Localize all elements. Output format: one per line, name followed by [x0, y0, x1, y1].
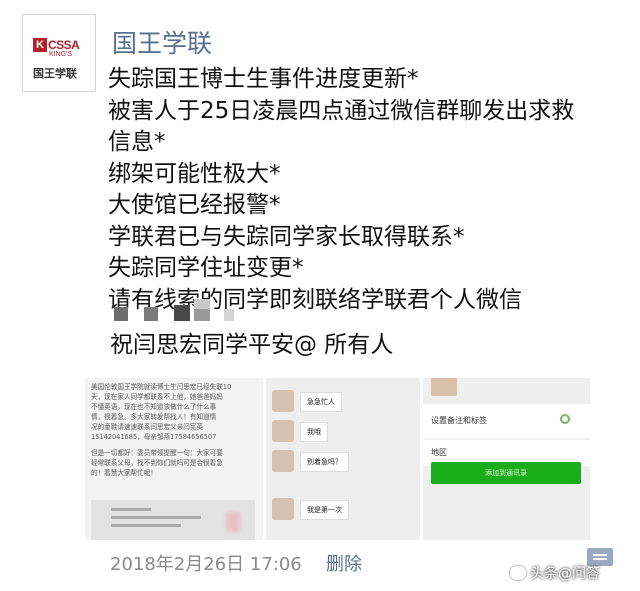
avatar [272, 390, 294, 412]
redaction-block [224, 309, 234, 321]
add-contact-button: 添加到通讯录 [431, 462, 581, 484]
post-line: 绑架可能性极大* [108, 160, 281, 187]
redaction-block [114, 307, 128, 321]
avatar [272, 420, 294, 442]
post-line: 失踪同学住址变更* [108, 255, 304, 281]
blur-artifact [226, 512, 240, 532]
chat-bubble: 我哦 [300, 422, 328, 442]
card-line [111, 516, 201, 519]
avatar [272, 450, 294, 472]
notice-text: 美国伦敦国王学院就读博士生闫思宏已经失联10 天，现在家人同学都联系不上他，她爸… [91, 383, 232, 477]
cssa-logo-k: K [33, 38, 47, 52]
post-image-chat[interactable]: 急急忙人 我哦 别着急吗？ 我是第一次 [266, 378, 420, 540]
watermark-text: 头条@问答 [530, 566, 600, 582]
cssa-logo-text: CSSA [48, 38, 80, 52]
post-body: 失踪国王博士生事件进度更新* 被害人于25日凌晨四点通过微信群聊发出求救 信息*… [108, 64, 628, 316]
chat-message: 急急忙人 [272, 390, 412, 416]
card-line [111, 524, 181, 527]
account-name[interactable]: 国王学联 [112, 24, 212, 60]
redacted-wechat-id [114, 299, 274, 323]
chat-bubble: 我是第一次 [300, 500, 349, 520]
post-line: 大使馆已经报警* [108, 192, 281, 218]
redaction-block [174, 305, 190, 321]
cssa-logo-subtext: KING'S [49, 51, 73, 58]
redaction-block [194, 299, 210, 309]
avatar [431, 378, 457, 396]
chat-message: 别着急吗？ [272, 450, 412, 476]
chat-bubble: 别着急吗？ [300, 452, 349, 472]
post-line: 学联君已与失踪同学家长取得联系* [108, 223, 465, 250]
redaction-block [194, 309, 210, 321]
chat-message: 我是第一次 [272, 498, 412, 524]
toutiao-logo-icon [510, 566, 526, 580]
mention-line: 祝闫思宏同学平安@ 所有人 [110, 332, 394, 358]
post-line: 被害人于25日凌晨四点通过微信群聊发出求救 [108, 97, 575, 124]
account-avatar[interactable]: K CSSA KING'S 国王学联 [22, 14, 96, 92]
chat-message: 我哦 [272, 420, 412, 446]
post-timestamp: 2018年2月26日 17:06 [110, 554, 302, 575]
redaction-block [144, 307, 158, 321]
post-line: 信息* [108, 129, 166, 155]
post-line: 失踪国王博士生事件进度更新* [108, 66, 419, 92]
delete-link[interactable]: 删除 [326, 550, 362, 576]
settings-icon [560, 414, 570, 424]
cssa-logo-cn: 国王学联 [33, 67, 77, 80]
card-line [111, 508, 151, 511]
chat-bubble: 急急忙人 [300, 392, 342, 412]
avatar [272, 498, 294, 520]
post-image-profile[interactable]: 设置备注和标签 地区 添加到通讯录 [423, 378, 590, 540]
watermark: 头条@问答 [510, 563, 600, 583]
